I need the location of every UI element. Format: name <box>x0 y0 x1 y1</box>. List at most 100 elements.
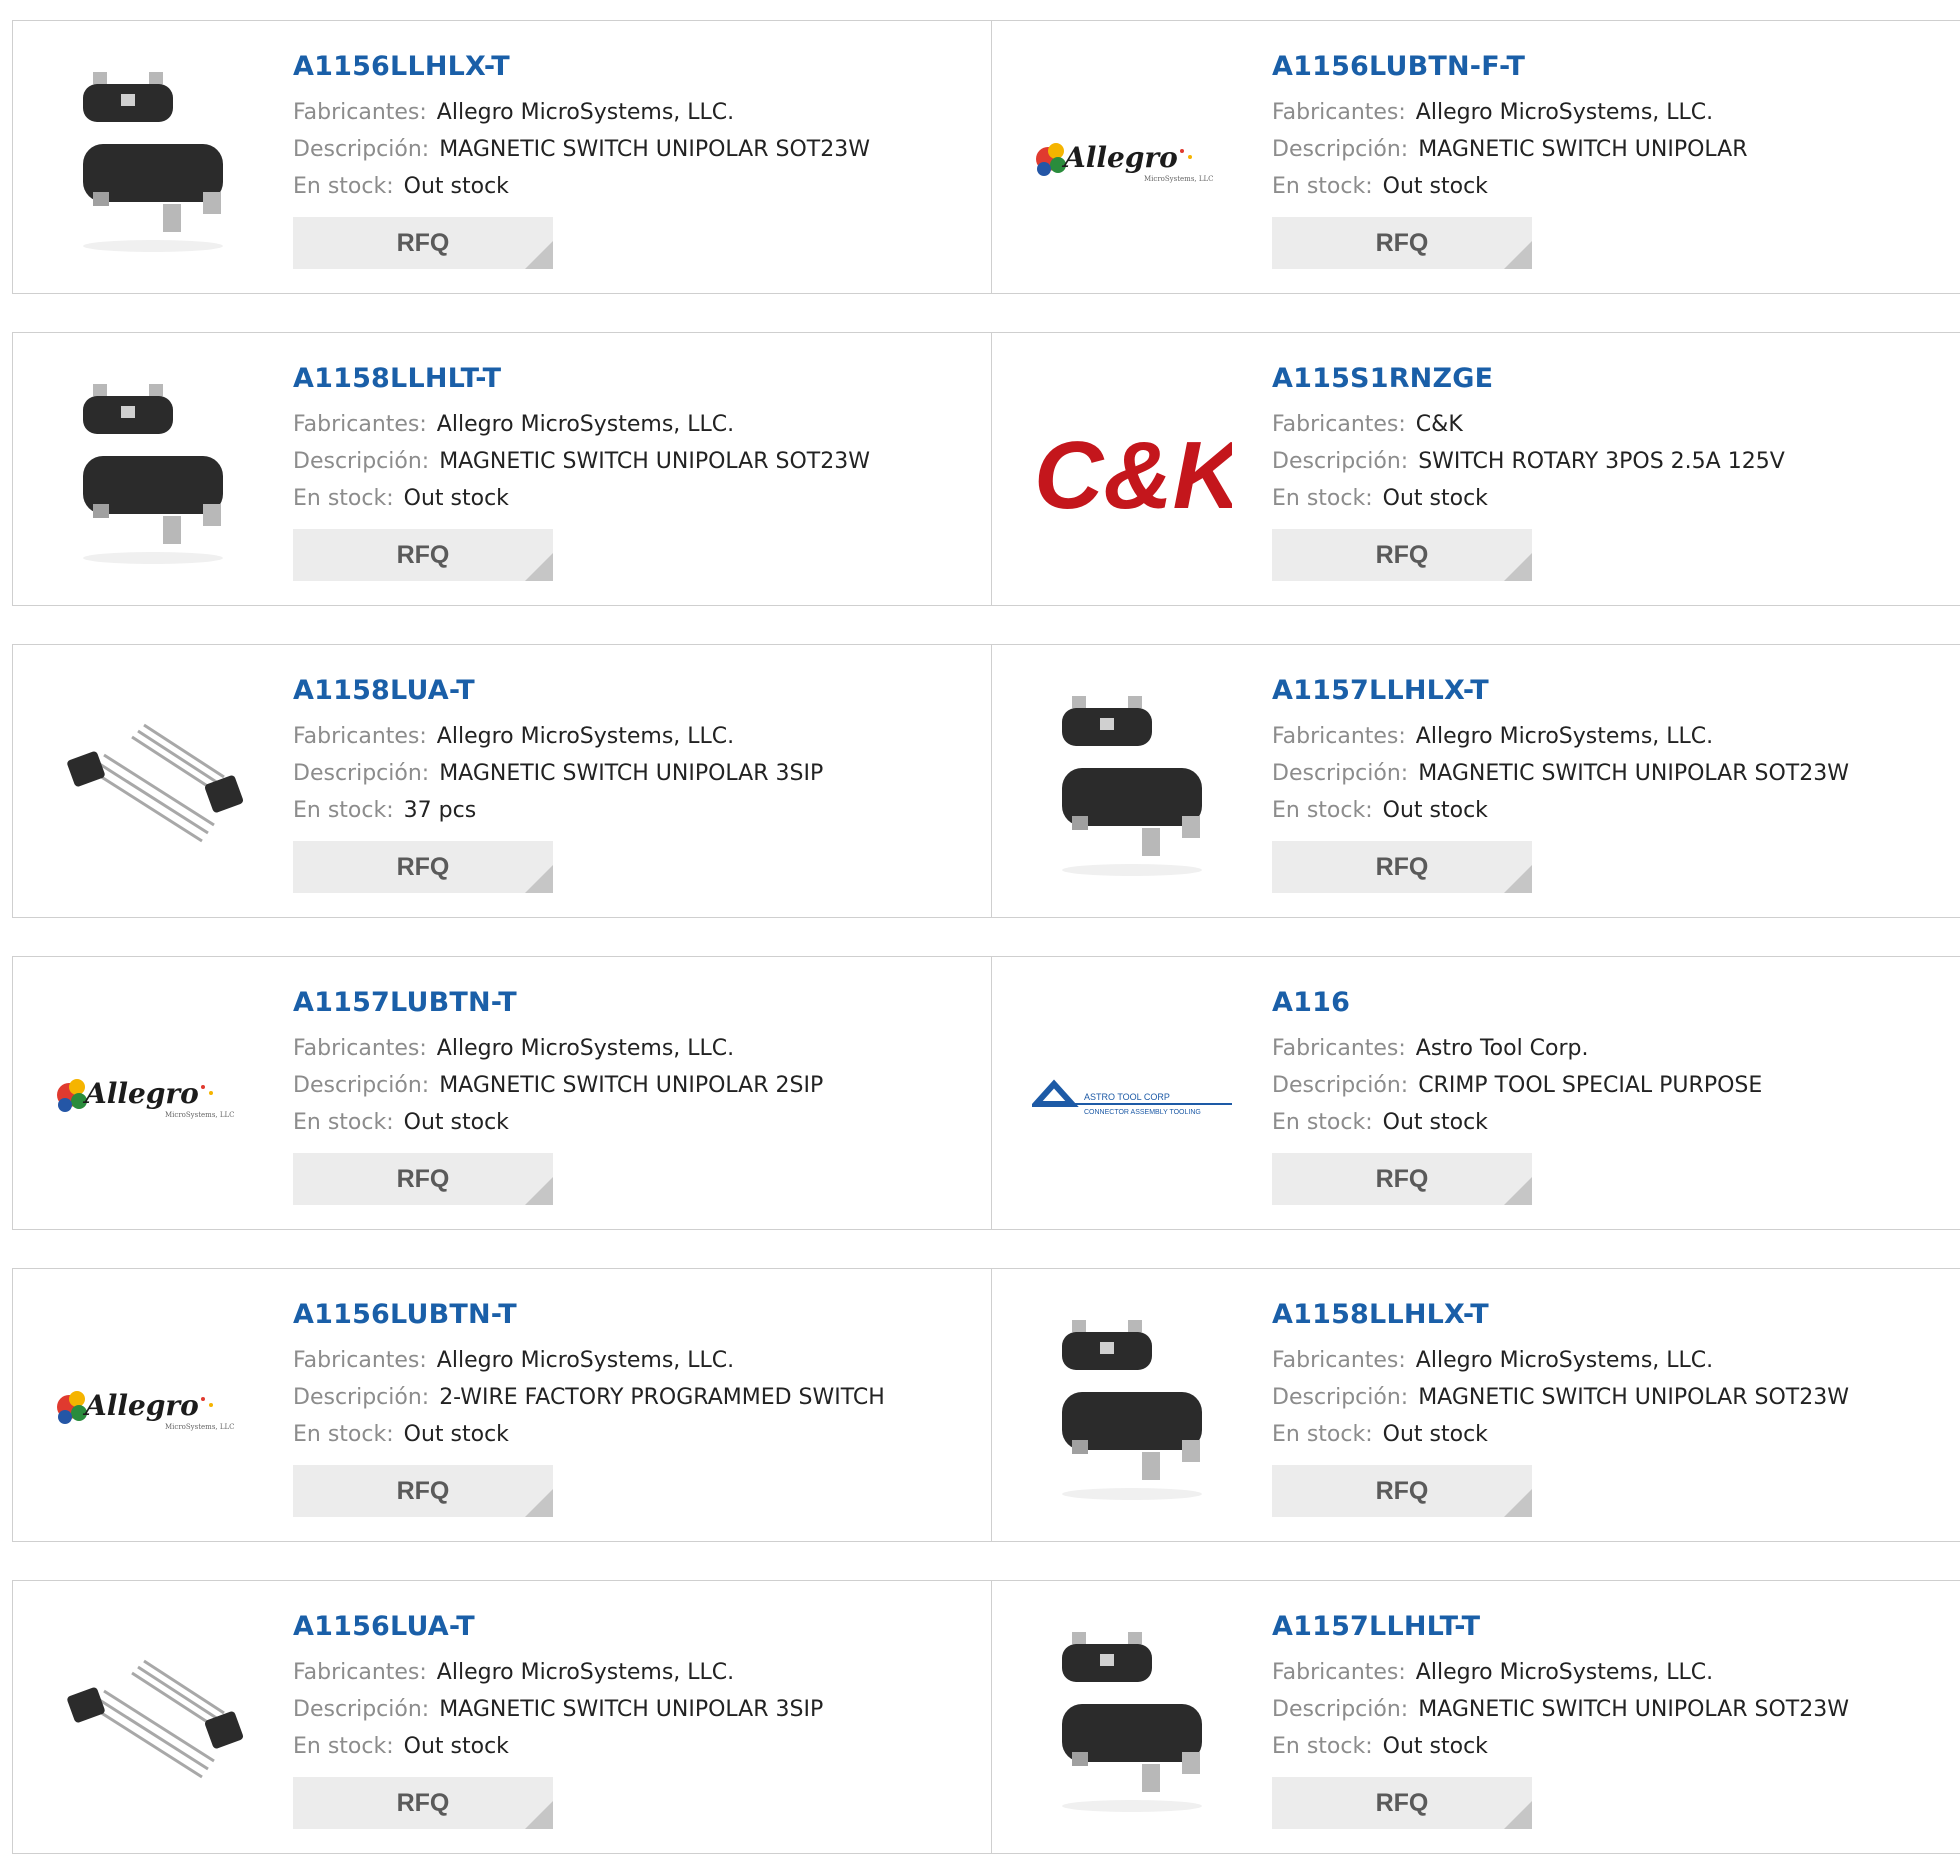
description-line: Descripción: MAGNETIC SWITCH UNIPOLAR <box>1272 131 1748 168</box>
product-link[interactable]: A1156LUBTN-T <box>293 1299 885 1330</box>
description-value: SWITCH ROTARY 3POS 2.5A 125V <box>1418 449 1785 474</box>
allegro-logo: AllegroMicroSystems, LLC <box>57 1077 235 1119</box>
description-value: 2-WIRE FACTORY PROGRAMMED SWITCH <box>439 1385 885 1410</box>
product-link[interactable]: A1156LUBTN-F-T <box>1272 51 1748 82</box>
rfq-button[interactable]: RFQ <box>1272 1777 1532 1829</box>
rfq-button[interactable]: RFQ <box>293 1777 553 1829</box>
description-value: MAGNETIC SWITCH UNIPOLAR SOT23W <box>1418 1697 1849 1722</box>
description-line: Descripción: MAGNETIC SWITCH UNIPOLAR 3SI… <box>293 1691 823 1728</box>
product-link[interactable]: A1156LUA-T <box>293 1611 823 1642</box>
product-image[interactable]: Allegro MicroSystems, LLC <box>1032 59 1232 259</box>
corner-fold-icon <box>1504 1177 1532 1205</box>
product-image[interactable] <box>1032 683 1232 883</box>
product-image[interactable]: Allegro MicroSystems, LLC <box>53 995 253 1195</box>
product-card: A1156LUA-T Fabricantes: Allegro MicroSyst… <box>13 1581 991 1853</box>
rfq-label: RFQ <box>396 540 450 569</box>
product-link[interactable]: A1158LUA-T <box>293 675 823 706</box>
product-link[interactable]: A1156LLHLX-T <box>293 51 870 82</box>
manufacturer-label: Fabricantes: <box>293 412 427 437</box>
allegro-logo-sub: MicroSystems, LLC <box>1144 175 1214 183</box>
stock-value: Out stock <box>1382 798 1488 823</box>
product-grid: A1156LLHLX-T Fabricantes: Allegro MicroSy… <box>0 0 1960 1854</box>
manufacturer-value: Allegro MicroSystems, LLC. <box>1415 724 1714 749</box>
product-link[interactable]: A1157LLHLX-T <box>1272 675 1849 706</box>
stock-line: En stock: Out stock <box>1272 1728 1849 1765</box>
rfq-button[interactable]: RFQ <box>293 841 553 893</box>
stock-label: En stock: <box>1272 174 1373 199</box>
product-link[interactable]: A1158LLHLX-T <box>1272 1299 1849 1330</box>
product-image[interactable] <box>1032 1619 1232 1819</box>
sot23-chip-icon <box>83 384 223 564</box>
rfq-button[interactable]: RFQ <box>1272 1153 1532 1205</box>
product-image[interactable]: C&K <box>1032 371 1232 571</box>
manufacturer-value: Allegro MicroSystems, LLC. <box>1415 1348 1714 1373</box>
manufacturer-value: Allegro MicroSystems, LLC. <box>1415 1660 1714 1685</box>
corner-fold-icon <box>1504 1801 1532 1829</box>
sip-transistor-icon <box>67 1659 244 1779</box>
product-image[interactable] <box>53 59 253 259</box>
description-line: Descripción: 2-WIRE FACTORY PROGRAMMED SW… <box>293 1379 885 1416</box>
manufacturer-line: Fabricantes: Allegro MicroSystems, LLC. <box>1272 718 1849 755</box>
stock-value: Out stock <box>1382 1110 1488 1135</box>
corner-fold-icon <box>1504 553 1532 581</box>
manufacturer-label: Fabricantes: <box>1272 1036 1406 1061</box>
astro-logo: ASTRO TOOL CORP CONNECTOR ASSEMBLY TOOLIN… <box>1032 1079 1232 1116</box>
rfq-button[interactable]: RFQ <box>293 1153 553 1205</box>
description-label: Descripción: <box>1272 137 1409 162</box>
rfq-button[interactable]: RFQ <box>1272 841 1532 893</box>
product-link[interactable]: A115S1RNZGE <box>1272 363 1785 394</box>
corner-fold-icon <box>525 241 553 269</box>
product-card: Allegro MicroSystems, LLC A1156LUBTN-F-T … <box>991 21 1960 293</box>
rfq-button[interactable]: RFQ <box>293 1465 553 1517</box>
corner-fold-icon <box>1504 1489 1532 1517</box>
stock-line: En stock: Out stock <box>293 1104 823 1141</box>
description-label: Descripción: <box>1272 1073 1409 1098</box>
manufacturer-label: Fabricantes: <box>1272 412 1406 437</box>
product-card: A1156LLHLX-T Fabricantes: Allegro MicroSy… <box>13 21 991 293</box>
product-image[interactable]: Allegro MicroSystems, LLC <box>53 1307 253 1507</box>
stock-value: 37 pcs <box>403 798 477 823</box>
manufacturer-value: Allegro MicroSystems, LLC. <box>436 412 735 437</box>
product-image[interactable] <box>1032 1307 1232 1507</box>
rfq-label: RFQ <box>1375 1788 1429 1817</box>
stock-line: En stock: Out stock <box>1272 792 1849 829</box>
description-line: Descripción: MAGNETIC SWITCH UNIPOLAR SOT… <box>293 131 870 168</box>
rfq-button[interactable]: RFQ <box>1272 1465 1532 1517</box>
product-image[interactable] <box>53 683 253 883</box>
manufacturer-line: Fabricantes: Allegro MicroSystems, LLC. <box>293 406 870 443</box>
description-value: MAGNETIC SWITCH UNIPOLAR SOT23W <box>439 449 870 474</box>
stock-line: En stock: Out stock <box>1272 480 1785 517</box>
manufacturer-line: Fabricantes: Allegro MicroSystems, LLC. <box>293 1030 823 1067</box>
stock-label: En stock: <box>1272 1734 1373 1759</box>
rfq-label: RFQ <box>396 1164 450 1193</box>
stock-line: En stock: Out stock <box>293 1416 885 1453</box>
product-link[interactable]: A1157LLHLT-T <box>1272 1611 1849 1642</box>
manufacturer-value: Allegro MicroSystems, LLC. <box>1415 100 1714 125</box>
product-link[interactable]: A1158LLHLT-T <box>293 363 870 394</box>
allegro-logo: AllegroMicroSystems, LLC <box>1036 141 1214 183</box>
manufacturer-line: Fabricantes: Allegro MicroSystems, LLC. <box>293 94 870 131</box>
description-value: MAGNETIC SWITCH UNIPOLAR 3SIP <box>439 1697 824 1722</box>
description-line: Descripción: MAGNETIC SWITCH UNIPOLAR SOT… <box>1272 1379 1849 1416</box>
stock-value: Out stock <box>1382 486 1488 511</box>
stock-value: Out stock <box>403 1110 509 1135</box>
product-row: Allegro MicroSystems, LLC A1156LUBTN-T Fa… <box>12 1268 1960 1542</box>
sot23-chip-icon <box>1062 1320 1202 1500</box>
astro-logo-name: ASTRO TOOL CORP <box>1084 1092 1170 1102</box>
product-link[interactable]: A116 <box>1272 987 1762 1018</box>
rfq-button[interactable]: RFQ <box>293 217 553 269</box>
description-line: Descripción: MAGNETIC SWITCH UNIPOLAR SOT… <box>1272 755 1849 792</box>
manufacturer-line: Fabricantes: Allegro MicroSystems, LLC. <box>1272 94 1748 131</box>
stock-label: En stock: <box>1272 486 1373 511</box>
rfq-button[interactable]: RFQ <box>1272 217 1532 269</box>
product-image[interactable] <box>53 1619 253 1819</box>
manufacturer-line: Fabricantes: Astro Tool Corp. <box>1272 1030 1762 1067</box>
product-link[interactable]: A1157LUBTN-T <box>293 987 823 1018</box>
product-row: Allegro MicroSystems, LLC A1157LUBTN-T Fa… <box>12 956 1960 1230</box>
product-image[interactable]: ASTRO TOOL CORP CONNECTOR ASSEMBLY TOOLIN… <box>1032 995 1232 1195</box>
product-image[interactable] <box>53 371 253 571</box>
description-line: Descripción: MAGNETIC SWITCH UNIPOLAR SOT… <box>293 443 870 480</box>
rfq-button[interactable]: RFQ <box>293 529 553 581</box>
rfq-button[interactable]: RFQ <box>1272 529 1532 581</box>
stock-label: En stock: <box>293 486 394 511</box>
